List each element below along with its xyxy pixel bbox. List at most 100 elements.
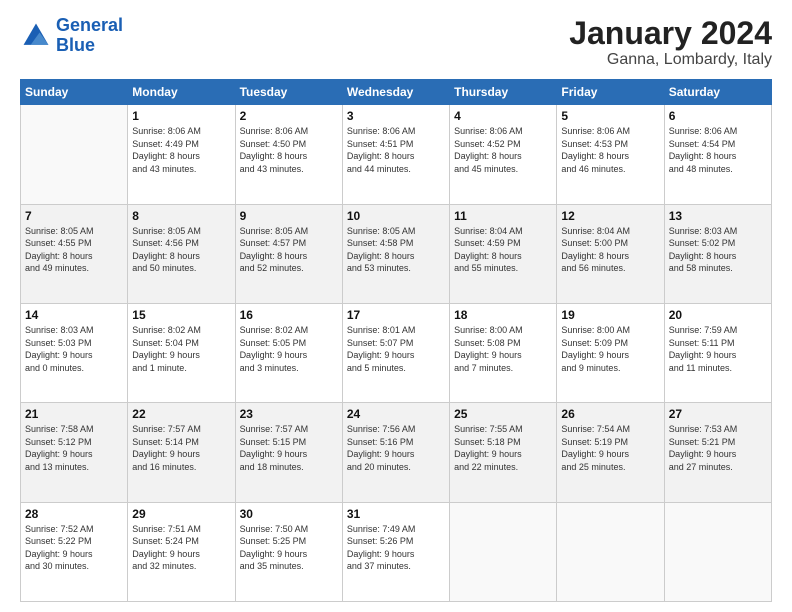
day-number: 5	[561, 109, 659, 123]
day-number: 3	[347, 109, 445, 123]
day-cell: 19 Sunrise: 8:00 AMSunset: 5:09 PMDayligh…	[557, 303, 664, 402]
day-cell: 16Sunrise: 8:02 AMSunset: 5:05 PMDayligh…	[235, 303, 342, 402]
day-cell: 10 Sunrise: 8:05 AMSunset: 4:58 PMDayligh…	[342, 204, 449, 303]
week-row-4: 21 Sunrise: 7:58 AMSunset: 5:12 PMDayligh…	[21, 403, 772, 502]
day-info: Sunrise: 7:55 AMSunset: 5:18 PMDaylight:…	[454, 423, 552, 473]
day-number: 1	[132, 109, 230, 123]
day-number: 18	[454, 308, 552, 322]
day-info: Sunrise: 8:06 AMSunset: 4:49 PMDaylight:…	[132, 125, 230, 175]
day-number: 11	[454, 209, 552, 223]
day-cell: 18 Sunrise: 8:00 AMSunset: 5:08 PMDayligh…	[450, 303, 557, 402]
day-cell: 31Sunrise: 7:49 AMSunset: 5:26 PMDayligh…	[342, 502, 449, 601]
calendar: SundayMondayTuesdayWednesdayThursdayFrid…	[20, 79, 772, 602]
day-cell: 20Sunrise: 7:59 AMSunset: 5:11 PMDayligh…	[664, 303, 771, 402]
day-cell	[450, 502, 557, 601]
day-cell	[664, 502, 771, 601]
day-number: 30	[240, 507, 338, 521]
day-info: Sunrise: 7:53 AMSunset: 5:21 PMDaylight:…	[669, 423, 767, 473]
day-info: Sunrise: 7:56 AMSunset: 5:16 PMDaylight:…	[347, 423, 445, 473]
logo-blue: Blue	[56, 35, 95, 55]
day-number: 31	[347, 507, 445, 521]
day-info: Sunrise: 8:06 AMSunset: 4:53 PMDaylight:…	[561, 125, 659, 175]
day-header-sunday: Sunday	[21, 80, 128, 105]
day-number: 4	[454, 109, 552, 123]
day-cell: 25Sunrise: 7:55 AMSunset: 5:18 PMDayligh…	[450, 403, 557, 502]
day-number: 29	[132, 507, 230, 521]
day-cell: 27 Sunrise: 7:53 AMSunset: 5:21 PMDayligh…	[664, 403, 771, 502]
day-number: 21	[25, 407, 123, 421]
day-number: 9	[240, 209, 338, 223]
day-number: 16	[240, 308, 338, 322]
day-number: 6	[669, 109, 767, 123]
day-cell: 13Sunrise: 8:03 AMSunset: 5:02 PMDayligh…	[664, 204, 771, 303]
day-info: Sunrise: 8:01 AMSunset: 5:07 PMDaylight:…	[347, 324, 445, 374]
day-number: 14	[25, 308, 123, 322]
day-info: Sunrise: 8:04 AMSunset: 5:00 PMDaylight:…	[561, 225, 659, 275]
day-info: Sunrise: 7:54 AMSunset: 5:19 PMDaylight:…	[561, 423, 659, 473]
day-cell	[21, 105, 128, 204]
logo: General Blue	[20, 16, 123, 56]
day-info: Sunrise: 8:03 AMSunset: 5:02 PMDaylight:…	[669, 225, 767, 275]
day-info: Sunrise: 7:57 AMSunset: 5:14 PMDaylight:…	[132, 423, 230, 473]
day-number: 23	[240, 407, 338, 421]
header: General Blue January 2024 Ganna, Lombard…	[20, 16, 772, 69]
day-header-saturday: Saturday	[664, 80, 771, 105]
week-row-3: 14 Sunrise: 8:03 AMSunset: 5:03 PMDayligh…	[21, 303, 772, 402]
day-number: 2	[240, 109, 338, 123]
day-info: Sunrise: 8:06 AMSunset: 4:50 PMDaylight:…	[240, 125, 338, 175]
day-number: 27	[669, 407, 767, 421]
day-info: Sunrise: 8:04 AMSunset: 4:59 PMDaylight:…	[454, 225, 552, 275]
day-info: Sunrise: 7:51 AMSunset: 5:24 PMDaylight:…	[132, 523, 230, 573]
day-info: Sunrise: 8:02 AMSunset: 5:04 PMDaylight:…	[132, 324, 230, 374]
day-number: 26	[561, 407, 659, 421]
logo-general: General	[56, 15, 123, 35]
day-cell: 1 Sunrise: 8:06 AMSunset: 4:49 PMDaylight…	[128, 105, 235, 204]
day-cell: 5 Sunrise: 8:06 AMSunset: 4:53 PMDaylight…	[557, 105, 664, 204]
day-info: Sunrise: 8:05 AMSunset: 4:58 PMDaylight:…	[347, 225, 445, 275]
day-header-monday: Monday	[128, 80, 235, 105]
day-cell: 12Sunrise: 8:04 AMSunset: 5:00 PMDayligh…	[557, 204, 664, 303]
day-info: Sunrise: 8:03 AMSunset: 5:03 PMDaylight:…	[25, 324, 123, 374]
header-row: SundayMondayTuesdayWednesdayThursdayFrid…	[21, 80, 772, 105]
day-info: Sunrise: 7:57 AMSunset: 5:15 PMDaylight:…	[240, 423, 338, 473]
logo-icon	[20, 20, 52, 52]
day-info: Sunrise: 7:58 AMSunset: 5:12 PMDaylight:…	[25, 423, 123, 473]
day-cell: 8 Sunrise: 8:05 AMSunset: 4:56 PMDaylight…	[128, 204, 235, 303]
day-cell: 23 Sunrise: 7:57 AMSunset: 5:15 PMDayligh…	[235, 403, 342, 502]
day-info: Sunrise: 8:05 AMSunset: 4:57 PMDaylight:…	[240, 225, 338, 275]
day-header-tuesday: Tuesday	[235, 80, 342, 105]
day-header-thursday: Thursday	[450, 80, 557, 105]
day-number: 19	[561, 308, 659, 322]
day-number: 15	[132, 308, 230, 322]
title-block: January 2024 Ganna, Lombardy, Italy	[569, 16, 772, 69]
day-cell: 15 Sunrise: 8:02 AMSunset: 5:04 PMDayligh…	[128, 303, 235, 402]
day-number: 24	[347, 407, 445, 421]
day-cell: 6Sunrise: 8:06 AMSunset: 4:54 PMDaylight…	[664, 105, 771, 204]
day-cell	[557, 502, 664, 601]
day-cell: 3 Sunrise: 8:06 AMSunset: 4:51 PMDaylight…	[342, 105, 449, 204]
day-info: Sunrise: 8:00 AMSunset: 5:08 PMDaylight:…	[454, 324, 552, 374]
day-info: Sunrise: 8:06 AMSunset: 4:51 PMDaylight:…	[347, 125, 445, 175]
day-header-wednesday: Wednesday	[342, 80, 449, 105]
day-number: 20	[669, 308, 767, 322]
day-cell: 11 Sunrise: 8:04 AMSunset: 4:59 PMDayligh…	[450, 204, 557, 303]
day-info: Sunrise: 8:05 AMSunset: 4:55 PMDaylight:…	[25, 225, 123, 275]
location: Ganna, Lombardy, Italy	[569, 51, 772, 69]
day-number: 22	[132, 407, 230, 421]
day-info: Sunrise: 8:06 AMSunset: 4:52 PMDaylight:…	[454, 125, 552, 175]
day-number: 10	[347, 209, 445, 223]
day-cell: 2 Sunrise: 8:06 AMSunset: 4:50 PMDaylight…	[235, 105, 342, 204]
logo-text: General Blue	[56, 16, 123, 56]
day-number: 8	[132, 209, 230, 223]
day-info: Sunrise: 8:00 AMSunset: 5:09 PMDaylight:…	[561, 324, 659, 374]
day-info: Sunrise: 7:50 AMSunset: 5:25 PMDaylight:…	[240, 523, 338, 573]
day-cell: 4 Sunrise: 8:06 AMSunset: 4:52 PMDaylight…	[450, 105, 557, 204]
week-row-2: 7Sunrise: 8:05 AMSunset: 4:55 PMDaylight…	[21, 204, 772, 303]
day-cell: 29 Sunrise: 7:51 AMSunset: 5:24 PMDayligh…	[128, 502, 235, 601]
day-info: Sunrise: 8:05 AMSunset: 4:56 PMDaylight:…	[132, 225, 230, 275]
day-cell: 26 Sunrise: 7:54 AMSunset: 5:19 PMDayligh…	[557, 403, 664, 502]
day-cell: 30 Sunrise: 7:50 AMSunset: 5:25 PMDayligh…	[235, 502, 342, 601]
day-number: 17	[347, 308, 445, 322]
page: General Blue January 2024 Ganna, Lombard…	[0, 0, 792, 612]
day-cell: 24 Sunrise: 7:56 AMSunset: 5:16 PMDayligh…	[342, 403, 449, 502]
